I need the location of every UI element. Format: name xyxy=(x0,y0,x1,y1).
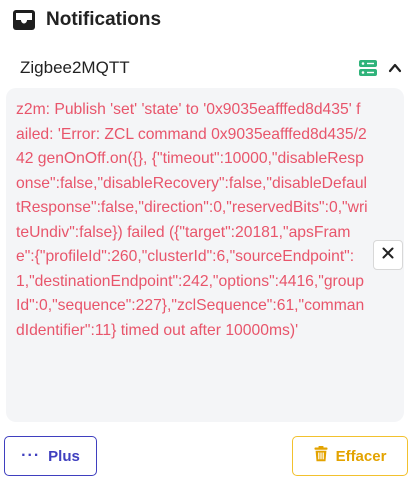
more-button[interactable]: ··· Plus xyxy=(4,436,97,476)
notification-card: z2m: Publish 'set' 'state' to '0x9035eaf… xyxy=(6,88,404,422)
close-icon xyxy=(382,246,394,264)
more-button-label: Plus xyxy=(48,447,80,465)
server-icon xyxy=(358,59,378,77)
section-title: Zigbee2MQTT xyxy=(20,58,130,77)
clear-button[interactable]: Effacer xyxy=(292,436,408,476)
notification-message: z2m: Publish 'set' 'state' to '0x9035eaf… xyxy=(16,101,368,339)
clear-button-label: Effacer xyxy=(335,447,387,465)
zigbee2mqtt-section-header[interactable]: Zigbee2MQTT xyxy=(20,55,402,81)
page-title: Notifications xyxy=(46,9,162,30)
ellipsis-icon: ··· xyxy=(21,447,41,464)
inbox-icon xyxy=(12,9,36,31)
trash-icon xyxy=(314,446,328,466)
notifications-header: Notifications xyxy=(12,7,161,33)
dismiss-button[interactable] xyxy=(373,240,403,270)
chevron-up-icon[interactable] xyxy=(388,61,402,75)
